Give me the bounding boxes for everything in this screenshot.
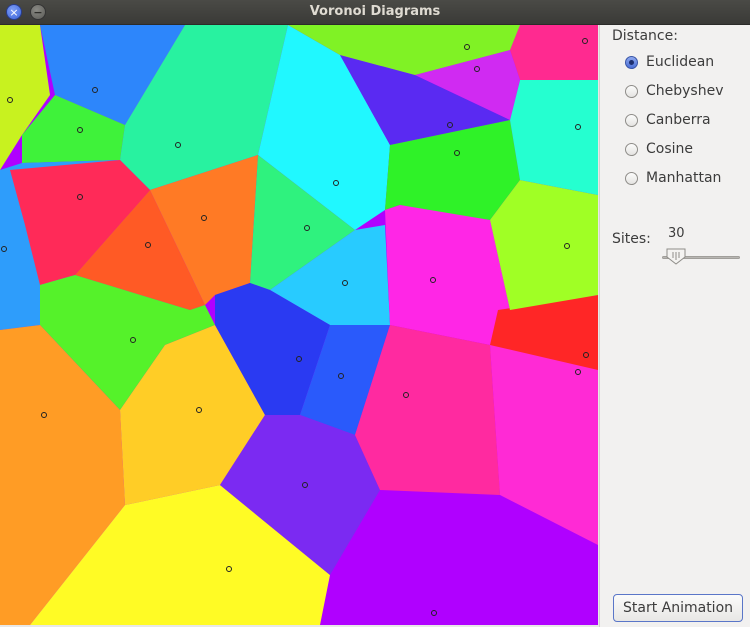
radio-label: Cosine	[646, 141, 694, 157]
voronoi-region	[490, 180, 598, 310]
voronoi-region	[510, 80, 598, 195]
start-animation-button[interactable]: Start Animation	[613, 594, 743, 622]
radio-unselected-icon	[625, 113, 638, 127]
voronoi-canvas[interactable]	[0, 25, 598, 625]
radio-label: Chebyshev	[646, 83, 724, 99]
radio-euclidean[interactable]: Euclidean	[625, 52, 714, 72]
distance-label: Distance:	[612, 28, 678, 44]
radio-unselected-icon	[625, 84, 638, 98]
window-title: Voronoi Diagrams	[309, 4, 441, 19]
radio-chebyshev[interactable]: Chebyshev	[625, 81, 724, 101]
voronoi-region	[510, 25, 598, 80]
radio-label: Euclidean	[646, 54, 715, 70]
sites-slider-thumb[interactable]	[666, 248, 686, 265]
radio-selected-icon	[625, 55, 638, 69]
radio-label: Manhattan	[646, 170, 722, 186]
radio-manhattan[interactable]: Manhattan	[625, 168, 721, 188]
voronoi-region	[385, 205, 510, 345]
radio-unselected-icon	[625, 142, 638, 156]
voronoi-regions	[0, 25, 598, 625]
control-panel: Distance: Euclidean Chebyshev Canberra C…	[599, 25, 750, 627]
title-bar: × − Voronoi Diagrams	[0, 0, 750, 25]
radio-label: Canberra	[646, 112, 711, 128]
radio-cosine[interactable]: Cosine	[625, 139, 693, 159]
sites-slider-value: 30	[668, 226, 685, 241]
radio-canberra[interactable]: Canberra	[625, 110, 711, 130]
sites-label: Sites:	[612, 231, 651, 247]
radio-unselected-icon	[625, 171, 638, 185]
